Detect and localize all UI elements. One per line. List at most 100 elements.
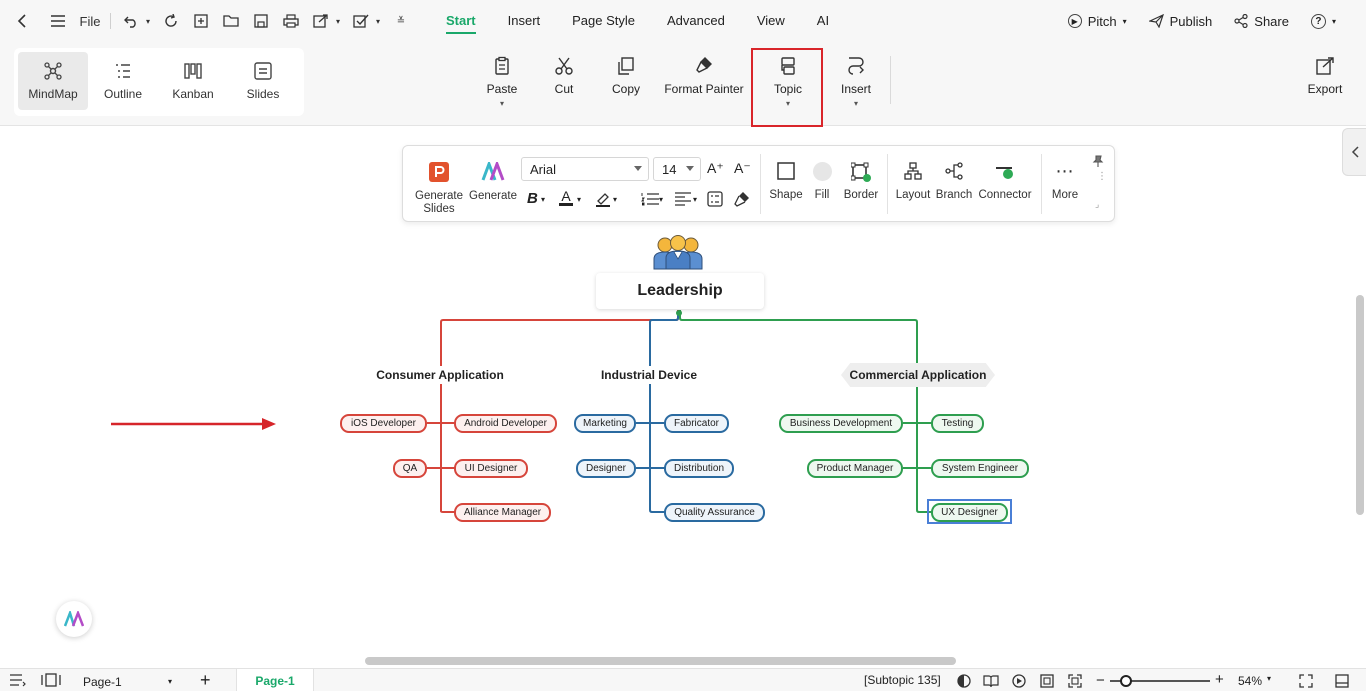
text-style-button[interactable] xyxy=(707,191,723,207)
page-select-dropdown-icon: ▾ xyxy=(167,677,172,686)
branch-consumer-application[interactable]: Consumer Application xyxy=(370,363,510,387)
branch-label: Branch xyxy=(935,189,973,201)
numbering-dropdown-icon[interactable]: ▾ xyxy=(659,195,663,204)
text-box-icon xyxy=(707,191,723,207)
more-button[interactable]: ⋯ More xyxy=(1049,162,1081,202)
align-dropdown-icon[interactable]: ▾ xyxy=(693,195,697,204)
branch-industrial-device[interactable]: Industrial Device xyxy=(596,363,702,387)
font-color-button[interactable]: A xyxy=(559,189,573,206)
bold-button[interactable]: B xyxy=(527,190,538,207)
border-icon xyxy=(851,162,871,182)
subtopic-ui-designer[interactable]: UI Designer xyxy=(454,459,528,478)
branch-line-industrial xyxy=(636,312,679,513)
border-button[interactable]: Border xyxy=(839,162,883,202)
shape-button[interactable]: Shape xyxy=(767,162,805,202)
play-slideshow-icon[interactable] xyxy=(1012,674,1026,691)
subtopic-product-manager[interactable]: Product Manager xyxy=(807,459,903,478)
status-bar: Page-1 ▾ + Page-1 [Subtopic 135] − + 54%… xyxy=(0,668,1366,691)
subtopic-alliance-manager[interactable]: Alliance Manager xyxy=(454,503,551,522)
mindmap-connectors xyxy=(111,310,932,513)
subtopic-qa[interactable]: QA xyxy=(393,459,427,478)
float-divider-1 xyxy=(760,154,761,214)
theme-icon[interactable] xyxy=(957,674,971,691)
zoom-in-button[interactable]: + xyxy=(1215,671,1224,688)
zoom-level[interactable]: 54% xyxy=(1238,674,1262,688)
subtopic-marketing[interactable]: Marketing xyxy=(574,414,636,433)
highlight-dropdown-icon[interactable]: ▾ xyxy=(613,195,617,204)
pin-icon[interactable] xyxy=(1092,155,1104,167)
subtopic-testing[interactable]: Testing xyxy=(931,414,984,433)
zoom-slider-thumb[interactable] xyxy=(1120,675,1132,687)
branch-line-commercial xyxy=(679,310,932,513)
layout-button[interactable]: Layout xyxy=(893,162,933,202)
highlight-button[interactable] xyxy=(595,191,611,207)
add-page-button[interactable]: + xyxy=(200,671,211,689)
vertical-scrollbar[interactable] xyxy=(1356,295,1364,515)
page-select-value: Page-1 xyxy=(83,674,122,689)
subtopic-android-developer[interactable]: Android Developer xyxy=(454,414,557,433)
subtopic-distribution[interactable]: Distribution xyxy=(664,459,734,478)
page-panel-icon[interactable] xyxy=(41,673,61,690)
subtopic-designer[interactable]: Designer xyxy=(576,459,636,478)
branch-button[interactable]: Branch xyxy=(935,162,973,202)
fullscreen-icon[interactable] xyxy=(1299,674,1313,691)
bold-dropdown-icon[interactable]: ▾ xyxy=(541,195,545,204)
side-panel-toggle[interactable] xyxy=(1342,128,1366,176)
connector-label: Connector xyxy=(978,189,1032,201)
central-topic[interactable]: Leadership xyxy=(596,273,764,309)
font-color-dropdown-icon[interactable]: ▾ xyxy=(577,195,581,204)
pointer-arrow xyxy=(111,418,276,430)
zoom-out-button[interactable]: − xyxy=(1096,672,1105,689)
drag-handle-icon[interactable]: ⋮ xyxy=(1097,172,1107,182)
fill-swatch-icon xyxy=(812,162,832,181)
connector-button[interactable]: Connector xyxy=(977,162,1033,202)
font-color-swatch xyxy=(559,203,573,206)
page-tab-1[interactable]: Page-1 xyxy=(236,669,314,691)
fill-button[interactable]: Fill xyxy=(807,162,837,202)
floating-format-toolbar: Generate Slides Generate Arial 14 A⁺ A⁻ … xyxy=(402,145,1115,222)
connector-line-icon xyxy=(996,167,1013,179)
clear-format-button[interactable] xyxy=(734,191,750,207)
float-divider-3 xyxy=(1041,154,1042,214)
align-button[interactable] xyxy=(675,192,691,206)
layout-label: Layout xyxy=(895,189,931,201)
fill-label: Fill xyxy=(814,189,830,201)
font-size-select[interactable]: 14 xyxy=(653,157,701,181)
zoom-dropdown-icon[interactable]: ▾ xyxy=(1267,674,1271,683)
numbering-button[interactable] xyxy=(641,192,659,206)
fit-screen-icon[interactable] xyxy=(1068,674,1082,691)
central-connection-point xyxy=(676,310,682,316)
chevron-left-icon xyxy=(1351,146,1359,158)
fit-page-icon[interactable] xyxy=(1040,674,1054,691)
zoom-slider[interactable] xyxy=(1110,675,1210,687)
font-size-value: 14 xyxy=(662,161,677,177)
subtopic-business-development[interactable]: Business Development xyxy=(779,414,903,433)
border-label: Border xyxy=(843,189,879,201)
generate-label: Generate xyxy=(469,190,517,202)
font-family-select[interactable]: Arial xyxy=(521,157,649,181)
subtopic-count: [Subtopic 135] xyxy=(864,673,941,687)
ai-logo-icon xyxy=(64,611,84,627)
square-shape-icon xyxy=(777,162,795,180)
layout-tree-icon xyxy=(904,162,922,180)
subtopic-system-engineer[interactable]: System Engineer xyxy=(931,459,1029,478)
resize-corner-icon[interactable]: ⌟ xyxy=(1095,199,1099,210)
generate-button[interactable]: Generate xyxy=(469,162,517,203)
decrease-font-icon[interactable]: A⁻ xyxy=(734,160,751,177)
generate-slides-button[interactable]: Generate Slides xyxy=(413,162,465,216)
more-dots-icon: ⋯ xyxy=(1055,161,1075,181)
subtopic-quality-assurance[interactable]: Quality Assurance xyxy=(664,503,765,522)
numbered-list-icon xyxy=(641,193,659,206)
book-view-icon[interactable] xyxy=(983,674,999,691)
subtopic-fabricator[interactable]: Fabricator xyxy=(664,414,729,433)
page-list-icon[interactable] xyxy=(10,673,26,690)
app-window: File ▾ ▾ ▾ ≚ Start Insert Page Style Adv… xyxy=(0,0,1366,691)
subtopic-ios-developer[interactable]: iOS Developer xyxy=(340,414,427,433)
increase-font-icon[interactable]: A⁺ xyxy=(707,160,724,177)
collapse-panel-icon[interactable] xyxy=(1335,674,1349,691)
horizontal-scrollbar[interactable] xyxy=(365,657,956,665)
page-select[interactable]: Page-1 ▾ xyxy=(73,672,178,691)
branch-commercial-application[interactable]: Commercial Application xyxy=(841,363,995,387)
shape-label: Shape xyxy=(769,189,803,201)
ai-assistant-button[interactable] xyxy=(56,601,92,637)
